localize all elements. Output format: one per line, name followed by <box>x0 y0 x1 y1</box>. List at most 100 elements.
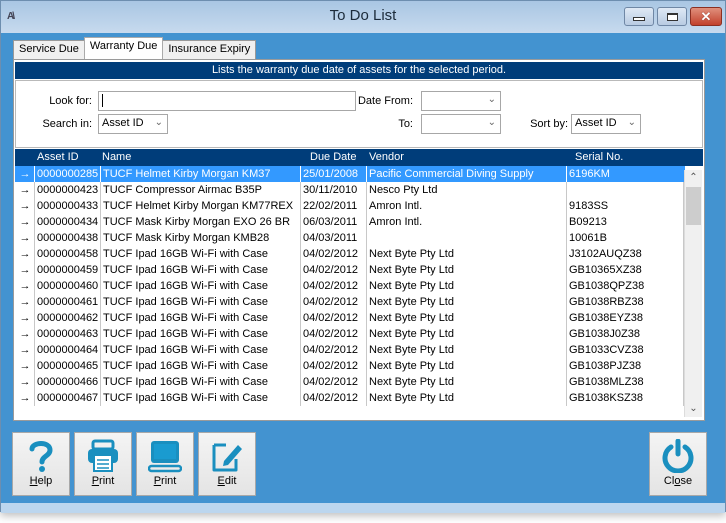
cell-serial: B09213 <box>566 214 684 230</box>
table-row[interactable]: → 0000000459 TUCF Ipad 16GB Wi-Fi with Cas… <box>15 262 685 278</box>
row-arrow-icon: → <box>19 184 31 196</box>
cell-vendor: Amron Intl. <box>366 214 566 230</box>
maximize-button[interactable] <box>657 7 687 26</box>
column-header-name[interactable]: Name <box>102 151 131 163</box>
column-header-serial-no[interactable]: Serial No. <box>575 151 623 163</box>
cell-serial <box>566 182 684 198</box>
column-header-due-date[interactable]: Due Date <box>310 151 356 163</box>
cell-id: 0000000462 <box>34 310 100 326</box>
cell-vendor: Next Byte Pty Ltd <box>366 358 566 374</box>
help-button[interactable]: Help <box>12 432 70 496</box>
cell-name: TUCF Helmet Kirby Morgan KM37 <box>100 166 300 182</box>
table-row[interactable]: → 0000000464 TUCF Ipad 16GB Wi-Fi with Cas… <box>15 342 685 358</box>
cell-vendor: Next Byte Pty Ltd <box>366 326 566 342</box>
search-in-select[interactable]: Asset ID ⌄ <box>98 114 168 134</box>
sort-by-select[interactable]: Asset ID ⌄ <box>571 114 641 134</box>
cell-id: 0000000459 <box>34 262 100 278</box>
chevron-down-icon: ⌄ <box>487 117 496 128</box>
chevron-down-icon: ⌄ <box>487 94 496 105</box>
grid-rows: → 0000000285 TUCF Helmet Kirby Morgan KM37… <box>15 166 685 406</box>
cell-name: TUCF Mask Kirby Morgan EXO 26 BR <box>100 214 300 230</box>
cell-id: 0000000434 <box>34 214 100 230</box>
cell-due: 25/01/2008 <box>300 166 366 182</box>
table-row[interactable]: → 0000000465 TUCF Ipad 16GB Wi-Fi with Cas… <box>15 358 685 374</box>
row-arrow-icon: → <box>19 248 31 260</box>
edit-icon <box>199 439 255 473</box>
table-row[interactable]: → 0000000458 TUCF Ipad 16GB Wi-Fi with Cas… <box>15 246 685 262</box>
close-button[interactable]: Close <box>649 432 707 496</box>
scroll-down-icon[interactable]: ⌄ <box>685 401 702 417</box>
table-row[interactable]: → 0000000467 TUCF Ipad 16GB Wi-Fi with Cas… <box>15 390 685 406</box>
date-to-picker[interactable]: ⌄ <box>421 114 501 134</box>
cell-name: TUCF Ipad 16GB Wi-Fi with Case <box>100 374 300 390</box>
cell-due: 04/02/2012 <box>300 246 366 262</box>
cell-due: 04/02/2012 <box>300 374 366 390</box>
tab-strip: Service Due Warranty Due Insurance Expir… <box>13 37 257 59</box>
title-bar[interactable]: A\ To Do List ✕ <box>1 1 725 33</box>
cell-name: TUCF Mask Kirby Morgan KMB28 <box>100 230 300 246</box>
todo-list-window: A\ To Do List ✕ Service Due Warranty Due… <box>0 0 726 513</box>
date-from-picker[interactable]: ⌄ <box>421 91 501 111</box>
cell-vendor: Next Byte Pty Ltd <box>366 342 566 358</box>
table-row[interactable]: → 0000000460 TUCF Ipad 16GB Wi-Fi with Cas… <box>15 278 685 294</box>
cell-id: 0000000438 <box>34 230 100 246</box>
cell-id: 0000000463 <box>34 326 100 342</box>
table-row[interactable]: → 0000000423 TUCF Compressor Airmac B35P 30… <box>15 182 685 198</box>
row-arrow-icon: → <box>19 360 31 372</box>
table-row[interactable]: → 0000000462 TUCF Ipad 16GB Wi-Fi with Cas… <box>15 310 685 326</box>
to-label: To: <box>398 118 413 130</box>
table-row[interactable]: → 0000000433 TUCF Helmet Kirby Morgan KM77… <box>15 198 685 214</box>
table-row[interactable]: → 0000000434 TUCF Mask Kirby Morgan EXO 26… <box>15 214 685 230</box>
cell-due: 06/03/2011 <box>300 214 366 230</box>
scroll-thumb[interactable] <box>686 187 701 225</box>
cell-id: 0000000285 <box>34 166 100 182</box>
table-row[interactable]: → 0000000463 TUCF Ipad 16GB Wi-Fi with Cas… <box>15 326 685 342</box>
cell-due: 04/03/2011 <box>300 230 366 246</box>
print-button[interactable]: Print <box>74 432 132 496</box>
cell-id: 0000000458 <box>34 246 100 262</box>
minimize-button[interactable] <box>624 7 654 26</box>
tab-service-due[interactable]: Service Due <box>13 40 85 59</box>
text-cursor <box>102 94 103 107</box>
cell-serial: GB1038QPZ38 <box>566 278 684 294</box>
table-row[interactable]: → 0000000285 TUCF Helmet Kirby Morgan KM37… <box>15 166 685 182</box>
cell-name: TUCF Ipad 16GB Wi-Fi with Case <box>100 390 300 406</box>
cell-due: 04/02/2012 <box>300 390 366 406</box>
row-arrow-icon: → <box>19 216 31 228</box>
grid-header: Asset ID Name Due Date Vendor Serial No. <box>15 149 703 166</box>
row-arrow-icon: → <box>19 232 31 244</box>
cell-vendor: Next Byte Pty Ltd <box>366 294 566 310</box>
print-preview-button[interactable]: Print <box>136 432 194 496</box>
tab-insurance-expiry[interactable]: Insurance Expiry <box>162 40 257 59</box>
cell-vendor: Next Byte Pty Ltd <box>366 310 566 326</box>
help-label: Help <box>29 475 53 487</box>
tab-warranty-due[interactable]: Warranty Due <box>83 37 164 59</box>
cell-id: 0000000423 <box>34 182 100 198</box>
warranty-due-panel: Lists the warranty due date of assets fo… <box>13 59 705 421</box>
help-icon <box>13 439 69 473</box>
cell-serial: GB1038RBZ38 <box>566 294 684 310</box>
scroll-up-icon[interactable]: ⌃ <box>685 170 702 186</box>
date-from-label: Date From: <box>357 95 413 107</box>
cell-vendor <box>366 230 566 246</box>
assets-grid: Asset ID Name Due Date Vendor Serial No.… <box>15 149 703 419</box>
table-row[interactable]: → 0000000466 TUCF Ipad 16GB Wi-Fi with Cas… <box>15 374 685 390</box>
sort-by-label: Sort by: <box>530 118 568 130</box>
edit-label: Edit <box>217 475 237 487</box>
cell-vendor: Next Byte Pty Ltd <box>366 262 566 278</box>
column-header-vendor[interactable]: Vendor <box>369 151 404 163</box>
vertical-scrollbar[interactable]: ⌃ ⌄ <box>684 170 702 417</box>
close-window-button[interactable]: ✕ <box>690 7 722 26</box>
column-header-asset-id[interactable]: Asset ID <box>37 151 79 163</box>
table-row[interactable]: → 0000000461 TUCF Ipad 16GB Wi-Fi with Cas… <box>15 294 685 310</box>
cell-id: 0000000465 <box>34 358 100 374</box>
printer-icon <box>75 439 131 473</box>
look-for-input[interactable] <box>98 91 356 111</box>
cell-id: 0000000467 <box>34 390 100 406</box>
row-arrow-icon: → <box>19 312 31 324</box>
cell-serial: GB10365XZ38 <box>566 262 684 278</box>
edit-button[interactable]: Edit <box>198 432 256 496</box>
cell-name: TUCF Compressor Airmac B35P <box>100 182 300 198</box>
row-arrow-icon: → <box>19 328 31 340</box>
table-row[interactable]: → 0000000438 TUCF Mask Kirby Morgan KMB28 0… <box>15 230 685 246</box>
